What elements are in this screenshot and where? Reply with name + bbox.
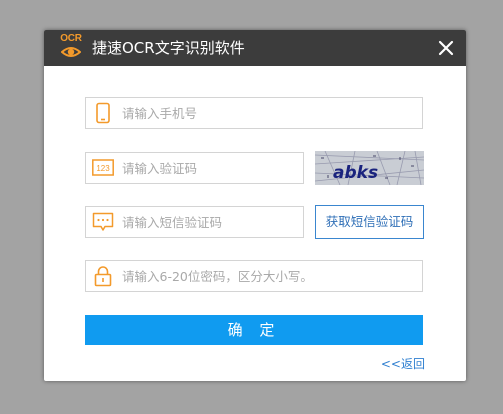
register-dialog: OCR 捷速OCR文字识别软件 123 xyxy=(44,30,466,381)
title-bar: OCR 捷速OCR文字识别软件 xyxy=(44,30,466,66)
password-field[interactable] xyxy=(85,260,423,292)
phone-icon xyxy=(96,102,110,124)
logo-text: OCR xyxy=(60,33,82,44)
close-button[interactable] xyxy=(436,38,456,58)
close-icon[interactable] xyxy=(436,38,456,58)
message-icon xyxy=(92,212,114,231)
svg-text:123: 123 xyxy=(96,164,110,173)
get-sms-code-button[interactable]: 获取短信验证码 xyxy=(315,205,424,239)
sms-code-input[interactable] xyxy=(122,207,295,237)
back-link[interactable]: <<返回 xyxy=(381,355,425,372)
captcha-input[interactable] xyxy=(122,153,295,183)
ocr-logo: OCR xyxy=(56,33,86,62)
phone-input[interactable] xyxy=(122,98,414,128)
captcha-field[interactable]: 123 xyxy=(85,152,304,184)
password-input[interactable] xyxy=(122,261,414,291)
sms-code-field[interactable] xyxy=(85,206,304,238)
phone-field[interactable] xyxy=(85,97,423,129)
window-title: 捷速OCR文字识别软件 xyxy=(92,39,245,57)
eye-icon xyxy=(61,47,81,57)
captcha-text: abks xyxy=(333,163,378,183)
confirm-button[interactable]: 确 定 xyxy=(85,315,423,345)
lock-icon xyxy=(94,266,112,287)
captcha-image[interactable]: abks xyxy=(315,151,424,185)
numeric-code-icon: 123 xyxy=(92,159,114,176)
